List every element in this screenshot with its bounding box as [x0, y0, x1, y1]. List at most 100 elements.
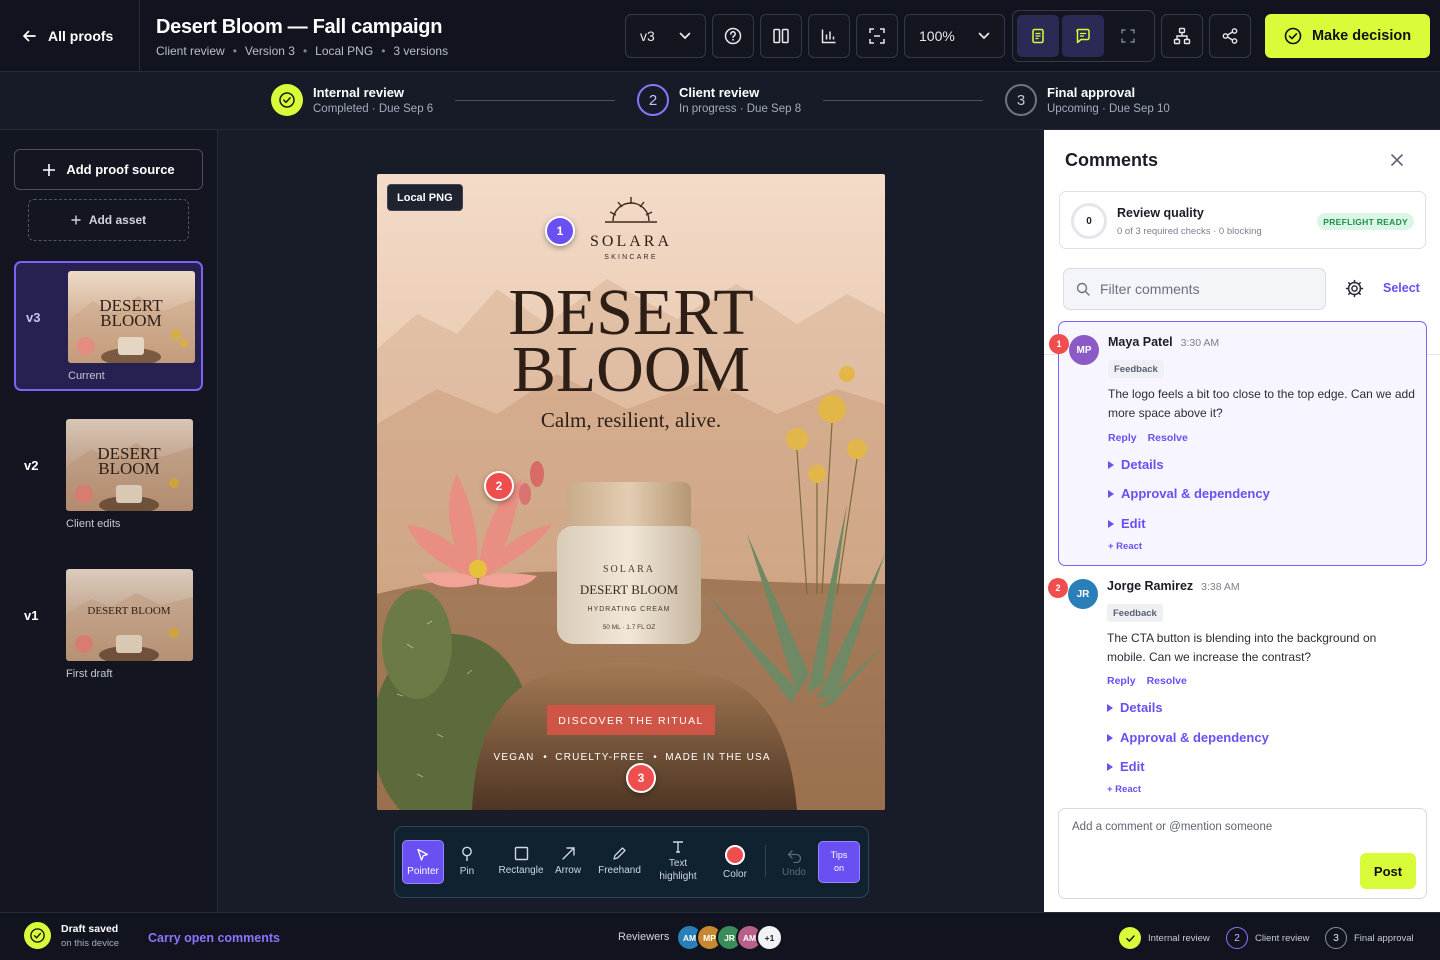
zoom-value: 100% [919, 28, 955, 44]
notes-view-button[interactable] [1017, 15, 1059, 57]
share-icon [1221, 27, 1239, 45]
section-label: Approval & dependency [1121, 486, 1270, 501]
draft-title: Draft saved [61, 922, 119, 935]
compare-button[interactable] [760, 14, 802, 58]
select-comments-button[interactable]: Select [1383, 281, 1420, 295]
poster-brand-sub: SKINCARE [604, 254, 657, 261]
footer-step-label: Internal review [1148, 932, 1210, 944]
rectangle-icon [514, 846, 529, 861]
comment-pin-number: 1 [1049, 334, 1069, 354]
reply-link[interactable]: Reply [1107, 675, 1136, 687]
analytics-button[interactable] [808, 14, 850, 58]
expand-icon [1121, 29, 1135, 43]
close-panel-button[interactable] [1390, 153, 1404, 167]
undo-button[interactable]: Undo [778, 848, 810, 892]
comment-settings-button[interactable] [1345, 279, 1364, 298]
text-cursor-icon [671, 840, 685, 854]
pin-tool[interactable]: Pin [452, 846, 482, 890]
search-icon [1076, 282, 1090, 296]
version-label: v3 [26, 310, 41, 325]
arrow-tool[interactable]: Arrow [552, 846, 584, 890]
edit-toggle[interactable]: Edit [1108, 516, 1146, 531]
approval-dependency-toggle[interactable]: Approval & dependency [1107, 730, 1269, 745]
step-title: Internal review [313, 85, 405, 100]
help-icon [724, 27, 742, 45]
color-tool[interactable]: Color [719, 845, 751, 889]
comments-view-button[interactable] [1062, 15, 1104, 57]
step-title: Client review [679, 85, 760, 100]
poster-cta-label: DISCOVER THE RITUAL [558, 715, 703, 727]
poster-claim-made-in-usa: MADE IN THE USA [665, 752, 771, 763]
details-toggle[interactable]: Details [1108, 457, 1164, 472]
approval-dependency-toggle[interactable]: Approval & dependency [1108, 486, 1270, 501]
tool-label: Freehand [598, 865, 641, 876]
bar-chart-icon [820, 27, 838, 45]
back-to-proofs-button[interactable]: All proofs [0, 0, 140, 72]
resolve-link[interactable]: Resolve [1147, 675, 1187, 687]
rectangle-tool[interactable]: Rectangle [496, 846, 546, 890]
poster-claim-vegan: VEGAN [493, 752, 534, 763]
resolve-link[interactable]: Resolve [1148, 432, 1188, 444]
workflow-button[interactable] [1161, 14, 1203, 58]
proof-image[interactable]: SOLARA SKINCARE DESERT BLOOM Calm, resil… [377, 174, 885, 810]
step-internal-review[interactable]: Internal review Completed · Due Sep 6 [271, 84, 433, 116]
chevron-down-icon [978, 32, 990, 40]
source-tag: Local PNG [387, 184, 463, 211]
poster-claim-cruelty-free: CRUELTY-FREE [555, 752, 644, 763]
make-decision-button[interactable]: Make decision [1265, 14, 1430, 58]
add-asset-button[interactable]: Add asset [28, 199, 189, 241]
footer-step-internal: Internal review [1119, 927, 1210, 949]
reply-link[interactable]: Reply [1108, 432, 1137, 444]
share-button[interactable] [1209, 14, 1251, 58]
fullscreen-button[interactable] [1107, 15, 1149, 57]
tips-label: Tips [830, 850, 848, 860]
filter-comments-input[interactable]: Filter comments [1063, 268, 1326, 310]
text-highlight-tool[interactable]: Text highlight [655, 840, 701, 884]
carry-open-comments-link[interactable]: Carry open comments [148, 931, 280, 945]
zoom-select[interactable]: 100% [904, 14, 1005, 58]
annotation-pin-3[interactable]: 3 [626, 763, 656, 793]
tips-toggle[interactable]: Tips on [818, 841, 860, 883]
hierarchy-icon [1173, 27, 1191, 45]
react-button[interactable]: + React [1108, 541, 1142, 552]
review-quality-card[interactable]: 0 Review quality 0 of 3 required checks … [1059, 191, 1426, 249]
add-proof-source-button[interactable]: Add proof source [14, 149, 203, 190]
edit-toggle[interactable]: Edit [1107, 759, 1145, 774]
undo-icon [787, 848, 802, 863]
details-toggle[interactable]: Details [1107, 700, 1163, 715]
tool-label: Rectangle [498, 865, 544, 876]
more-reviewers-badge[interactable]: +1 [756, 924, 783, 951]
step-client-review[interactable]: 2 Client review In progress · Due Sep 8 [637, 84, 801, 116]
version-card-v3[interactable]: v3 DESERT BLOOM Current [14, 261, 203, 391]
pencil-icon [612, 846, 627, 861]
preflight-status-badge: PREFLIGHT READY [1317, 213, 1414, 230]
comment-composer[interactable]: Add a comment or @mention someone Post [1058, 808, 1427, 899]
version-card-v1[interactable]: v1 DESERT BLOOM First draft [14, 561, 203, 691]
tool-label: Undo [782, 867, 806, 878]
footer-step-client: 2 Client review [1226, 927, 1309, 949]
version-card-v2[interactable]: v2 DESERT BLOOM Client edits [14, 411, 203, 541]
jar-name: DESERT BLOOM [580, 582, 679, 597]
annotation-pin-1[interactable]: 1 [545, 216, 575, 246]
version-select-value: v3 [640, 28, 655, 44]
annotation-pin-2[interactable]: 2 [484, 471, 514, 501]
comment-card[interactable]: 2 JR Jorge Ramirez 3:38 AM Feedback The C… [1048, 566, 1427, 798]
post-button[interactable]: Post [1360, 853, 1416, 889]
comment-author: Jorge Ramirez 3:38 AM [1107, 579, 1240, 593]
comment-body: The logo feels a bit too close to the to… [1108, 387, 1415, 420]
freehand-tool[interactable]: Freehand [597, 846, 642, 890]
view-mode-group [1012, 10, 1155, 62]
author-name: Maya Patel [1108, 335, 1173, 349]
plus-icon [42, 163, 56, 177]
version-select[interactable]: v3 [625, 14, 706, 58]
tool-label: Pointer [407, 865, 439, 877]
pointer-tool[interactable]: Pointer [402, 840, 444, 884]
react-button[interactable]: + React [1107, 784, 1141, 795]
fit-screen-button[interactable] [856, 14, 898, 58]
help-button[interactable] [712, 14, 754, 58]
composer-placeholder: Add a comment or @mention someone [1072, 821, 1273, 833]
section-label: Details [1121, 457, 1164, 472]
step-final-approval[interactable]: 3 Final approval Upcoming · Due Sep 10 [1005, 84, 1170, 116]
comment-card[interactable]: 1 MP Maya Patel 3:30 AM Feedback The logo… [1049, 321, 1427, 566]
comment-actions: Reply Resolve [1108, 432, 1188, 444]
